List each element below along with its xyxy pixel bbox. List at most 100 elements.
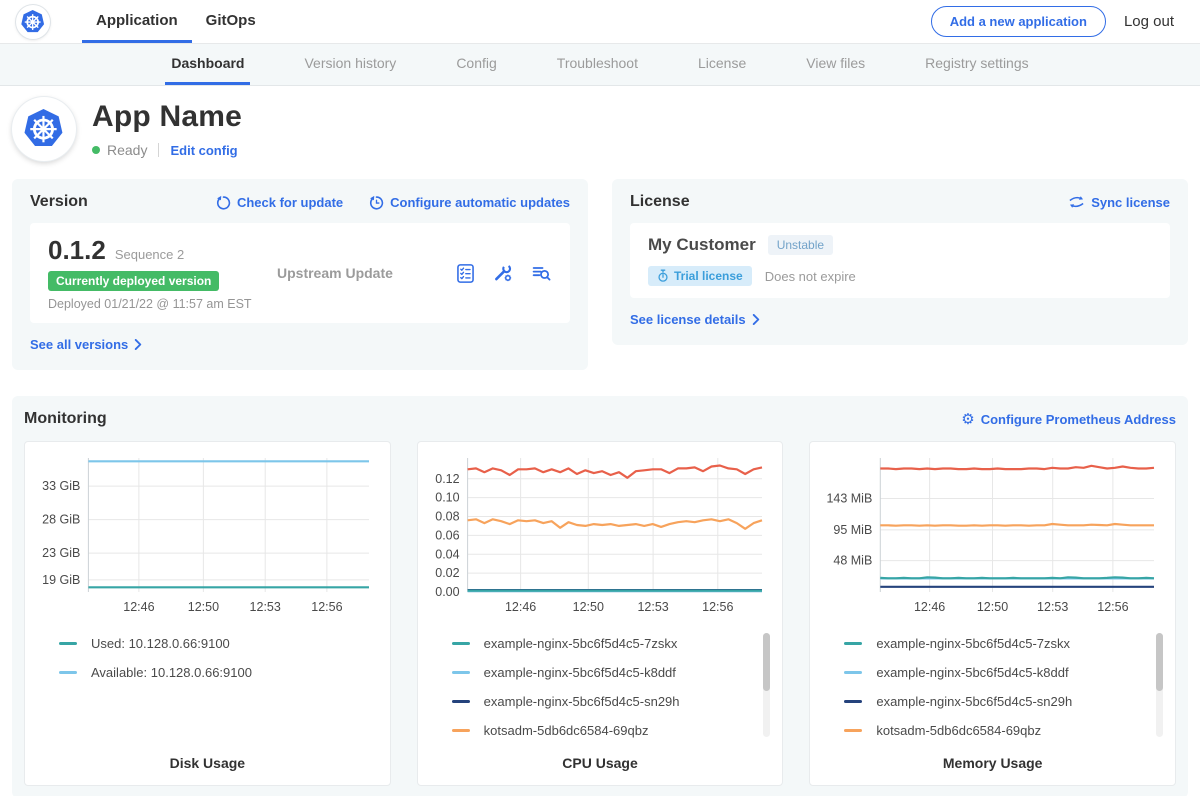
- chevron-right-icon: [752, 314, 760, 325]
- svg-text:12:56: 12:56: [311, 600, 342, 614]
- legend-label: example-nginx-5bc6f5d4c5-k8ddf: [484, 665, 676, 680]
- scrollbar-thumb[interactable]: [763, 633, 770, 691]
- license-expiration: Does not expire: [765, 269, 856, 284]
- legend-item[interactable]: example-nginx-5bc6f5d4c5-k8ddf: [452, 664, 763, 681]
- sync-icon: [1068, 195, 1085, 209]
- status-text: Ready: [107, 142, 147, 158]
- cpu-usage-legend: example-nginx-5bc6f5d4c5-7zskx example-ng…: [424, 625, 777, 751]
- see-all-versions-link[interactable]: See all versions: [30, 337, 142, 352]
- tab-view-files[interactable]: View files: [800, 44, 871, 85]
- chart-title: Disk Usage: [31, 755, 384, 771]
- svg-text:12:46: 12:46: [914, 600, 945, 614]
- svg-text:12:46: 12:46: [505, 600, 536, 614]
- version-number: 0.1.2: [48, 235, 106, 266]
- disk-usage-chart[interactable]: 33 GiB28 GiB23 GiB19 GiB12:4612:5012:531…: [31, 450, 384, 625]
- legend-item[interactable]: kotsadm-5db6dc6584-69qbz: [452, 722, 763, 739]
- legend-color-dash: [452, 642, 470, 645]
- legend-item[interactable]: Available: 10.128.0.66:9100: [59, 664, 370, 681]
- legend-label: example-nginx-5bc6f5d4c5-sn29h: [876, 694, 1072, 709]
- edit-config-link[interactable]: Edit config: [170, 143, 237, 158]
- tab-license[interactable]: License: [692, 44, 752, 85]
- nav-tab-gitops[interactable]: GitOps: [192, 0, 270, 43]
- license-info-box: My Customer Unstable Trial license: [630, 223, 1170, 298]
- release-notes-icon[interactable]: [455, 263, 476, 284]
- configure-automatic-updates-link[interactable]: Configure automatic updates: [369, 195, 570, 210]
- legend-item[interactable]: example-nginx-5bc6f5d4c5-7zskx: [844, 635, 1155, 652]
- legend-label: Available: 10.128.0.66:9100: [91, 665, 252, 680]
- legend-item[interactable]: kotsadm-5db6dc6584-69qbz: [844, 722, 1155, 739]
- version-sequence: Sequence 2: [115, 247, 184, 262]
- svg-text:95 MiB: 95 MiB: [834, 523, 873, 537]
- legend-item[interactable]: example-nginx-5bc6f5d4c5-7zskx: [452, 635, 763, 652]
- refresh-icon: [216, 195, 231, 210]
- svg-text:48 MiB: 48 MiB: [834, 554, 873, 568]
- legend-color-dash: [59, 642, 77, 645]
- tab-troubleshoot[interactable]: Troubleshoot: [551, 44, 644, 85]
- svg-text:12:50: 12:50: [572, 600, 603, 614]
- disk-usage-card: 33 GiB28 GiB23 GiB19 GiB12:4612:5012:531…: [24, 441, 391, 786]
- svg-text:0.02: 0.02: [435, 566, 459, 580]
- svg-text:0.12: 0.12: [435, 472, 459, 486]
- memory-usage-legend: example-nginx-5bc6f5d4c5-7zskx example-ng…: [816, 625, 1169, 751]
- sub-nav: Dashboard Version history Config Troublesho…: [0, 44, 1200, 86]
- disk-usage-legend: Used: 10.128.0.66:9100 Available: 10.128.…: [31, 625, 384, 751]
- svg-text:12:53: 12:53: [250, 600, 281, 614]
- deployed-badge: Currently deployed version: [48, 271, 219, 291]
- legend-scrollbar[interactable]: [763, 633, 770, 737]
- cpu-usage-chart[interactable]: 0.120.100.080.060.040.020.0012:4612:5012…: [424, 450, 777, 625]
- svg-text:0.04: 0.04: [435, 547, 459, 561]
- kubernetes-logo-icon: [16, 5, 50, 39]
- scrollbar-thumb[interactable]: [1156, 633, 1163, 691]
- version-card-title: Version: [30, 193, 88, 211]
- svg-text:12:53: 12:53: [637, 600, 668, 614]
- tab-version-history[interactable]: Version history: [298, 44, 402, 85]
- legend-color-dash: [452, 729, 470, 732]
- main-content: Version Check for update: [0, 179, 1200, 796]
- top-nav-right: Add a new application Log out: [931, 0, 1200, 43]
- status-dot: [92, 146, 100, 154]
- add-application-button[interactable]: Add a new application: [931, 6, 1106, 37]
- chart-title: Memory Usage: [816, 755, 1169, 771]
- svg-text:28 GiB: 28 GiB: [42, 513, 80, 527]
- legend-label: Used: 10.128.0.66:9100: [91, 636, 230, 651]
- logout-link[interactable]: Log out: [1124, 13, 1174, 30]
- sync-license-link[interactable]: Sync license: [1068, 195, 1170, 210]
- svg-text:12:50: 12:50: [977, 600, 1008, 614]
- memory-usage-chart[interactable]: 143 MiB95 MiB48 MiB12:4612:5012:5312:56: [816, 450, 1169, 625]
- legend-item[interactable]: Used: 10.128.0.66:9100: [59, 635, 370, 652]
- legend-scrollbar[interactable]: [1156, 633, 1163, 737]
- svg-text:12:53: 12:53: [1037, 600, 1068, 614]
- channel-badge: Unstable: [768, 235, 833, 255]
- version-card: Version Check for update: [12, 179, 588, 370]
- chart-title: CPU Usage: [424, 755, 777, 771]
- config-wrench-icon[interactable]: [493, 263, 514, 284]
- tab-config[interactable]: Config: [450, 44, 502, 85]
- kots-admin-console: Application GitOps Add a new application…: [0, 0, 1200, 796]
- memory-usage-card: 143 MiB95 MiB48 MiB12:4612:5012:5312:56 …: [809, 441, 1176, 786]
- app-header: App Name Ready Edit config: [0, 86, 1200, 175]
- svg-text:0.06: 0.06: [435, 528, 459, 542]
- divider: [158, 143, 159, 157]
- legend-color-dash: [844, 671, 862, 674]
- stopwatch-icon: [657, 269, 669, 283]
- legend-color-dash: [844, 700, 862, 703]
- see-license-details-link[interactable]: See license details: [630, 312, 760, 327]
- legend-label: example-nginx-5bc6f5d4c5-7zskx: [876, 636, 1070, 651]
- legend-item[interactable]: example-nginx-5bc6f5d4c5-sn29h: [452, 693, 763, 710]
- top-nav: Application GitOps Add a new application…: [0, 0, 1200, 44]
- check-for-update-link[interactable]: Check for update: [216, 195, 343, 210]
- cpu-usage-card: 0.120.100.080.060.040.020.0012:4612:5012…: [417, 441, 784, 786]
- nav-tab-application[interactable]: Application: [82, 0, 192, 43]
- svg-text:0.08: 0.08: [435, 510, 459, 524]
- tab-dashboard[interactable]: Dashboard: [165, 44, 250, 85]
- configure-prometheus-link[interactable]: ⚙ Configure Prometheus Address: [961, 412, 1176, 427]
- svg-text:12:56: 12:56: [702, 600, 733, 614]
- clock-refresh-icon: [369, 195, 384, 210]
- legend-item[interactable]: example-nginx-5bc6f5d4c5-sn29h: [844, 693, 1155, 710]
- license-type-badge: Trial license: [648, 266, 752, 286]
- legend-item[interactable]: example-nginx-5bc6f5d4c5-k8ddf: [844, 664, 1155, 681]
- svg-text:23 GiB: 23 GiB: [42, 546, 80, 560]
- tab-registry-settings[interactable]: Registry settings: [919, 44, 1034, 85]
- svg-text:12:46: 12:46: [123, 600, 154, 614]
- file-search-icon[interactable]: [531, 263, 552, 284]
